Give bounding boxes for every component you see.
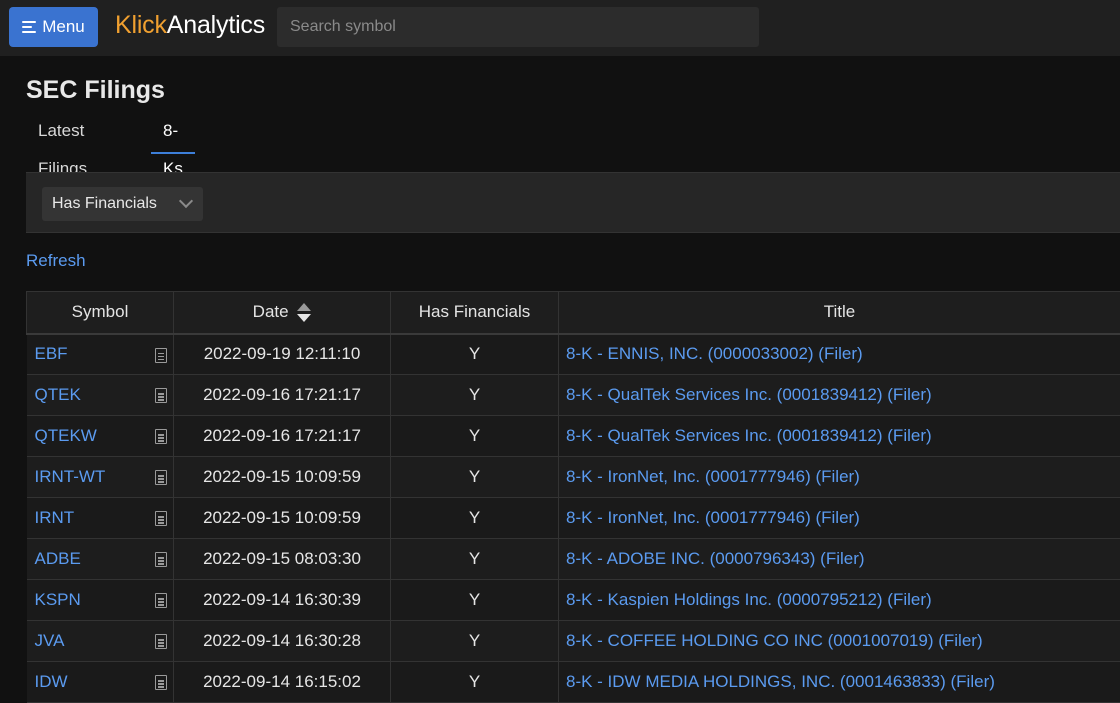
document-icon[interactable] bbox=[155, 348, 167, 363]
symbol-cell: ADBE bbox=[27, 539, 174, 580]
title-cell: 8-K - QualTek Services Inc. (0001839412)… bbox=[559, 375, 1120, 416]
document-icon[interactable] bbox=[155, 388, 167, 403]
date-cell: 2022-09-19 12:11:10 bbox=[174, 334, 391, 375]
symbol-cell: QTEKW bbox=[27, 416, 174, 457]
document-icon[interactable] bbox=[155, 593, 167, 608]
menu-button[interactable]: Menu bbox=[9, 7, 98, 47]
symbol-link[interactable]: QTEKW bbox=[35, 426, 97, 445]
symbol-link[interactable]: IRNT bbox=[35, 508, 75, 527]
date-cell: 2022-09-14 16:30:28 bbox=[174, 621, 391, 662]
table-row: IRNT-WT 2022-09-15 10:09:59 Y 8-K - Iron… bbox=[27, 457, 1120, 498]
date-cell: 2022-09-14 16:30:39 bbox=[174, 580, 391, 621]
symbol-cell: QTEK bbox=[27, 375, 174, 416]
filing-title-link[interactable]: 8-K - QualTek Services Inc. (0001839412)… bbox=[566, 385, 932, 404]
page-title: SEC Filings bbox=[26, 76, 165, 105]
title-cell: 8-K - Kaspien Holdings Inc. (0000795212)… bbox=[559, 580, 1120, 621]
filing-title-link[interactable]: 8-K - ADOBE INC. (0000796343) (Filer) bbox=[566, 549, 865, 568]
has-financials-cell: Y bbox=[391, 662, 559, 703]
table-row: JVA 2022-09-14 16:30:28 Y 8-K - COFFEE H… bbox=[27, 621, 1120, 662]
document-icon[interactable] bbox=[155, 634, 167, 649]
has-financials-select-value: Has Financials bbox=[52, 195, 157, 212]
symbol-link[interactable]: ADBE bbox=[35, 549, 81, 568]
title-cell: 8-K - ADOBE INC. (0000796343) (Filer) bbox=[559, 539, 1120, 580]
has-financials-cell: Y bbox=[391, 416, 559, 457]
symbol-cell: KSPN bbox=[27, 580, 174, 621]
date-cell: 2022-09-16 17:21:17 bbox=[174, 375, 391, 416]
table-row: KSPN 2022-09-14 16:30:39 Y 8-K - Kaspien… bbox=[27, 580, 1120, 621]
chevron-down-icon bbox=[179, 194, 193, 208]
table-header-row: Symbol Date Has Financials Title bbox=[27, 292, 1120, 334]
table-row: QTEK 2022-09-16 17:21:17 Y 8-K - QualTek… bbox=[27, 375, 1120, 416]
top-bar: Menu KlickAnalytics bbox=[0, 0, 1120, 56]
has-financials-select[interactable]: Has Financials bbox=[42, 187, 203, 221]
table-row: IRNT 2022-09-15 10:09:59 Y 8-K - IronNet… bbox=[27, 498, 1120, 539]
title-cell: 8-K - QualTek Services Inc. (0001839412)… bbox=[559, 416, 1120, 457]
filings-table: Symbol Date Has Financials Title EBF 202… bbox=[26, 291, 1120, 703]
document-icon[interactable] bbox=[155, 552, 167, 567]
table-row: EBF 2022-09-19 12:11:10 Y 8-K - ENNIS, I… bbox=[27, 334, 1120, 375]
filing-title-link[interactable]: 8-K - IronNet, Inc. (0001777946) (Filer) bbox=[566, 467, 860, 486]
has-financials-cell: Y bbox=[391, 334, 559, 375]
table-row: ADBE 2022-09-15 08:03:30 Y 8-K - ADOBE I… bbox=[27, 539, 1120, 580]
title-cell: 8-K - IronNet, Inc. (0001777946) (Filer) bbox=[559, 498, 1120, 539]
date-cell: 2022-09-14 16:15:02 bbox=[174, 662, 391, 703]
filing-title-link[interactable]: 8-K - COFFEE HOLDING CO INC (0001007019)… bbox=[566, 631, 983, 650]
symbol-link[interactable]: EBF bbox=[35, 344, 68, 363]
logo[interactable]: KlickAnalytics bbox=[115, 11, 265, 40]
symbol-cell: IRNT-WT bbox=[27, 457, 174, 498]
tab-latest-filings[interactable]: Latest Filings bbox=[26, 112, 99, 154]
filing-title-link[interactable]: 8-K - ENNIS, INC. (0000033002) (Filer) bbox=[566, 344, 863, 363]
has-financials-cell: Y bbox=[391, 621, 559, 662]
symbol-cell: JVA bbox=[27, 621, 174, 662]
search-input[interactable] bbox=[277, 7, 759, 47]
filing-title-link[interactable]: 8-K - IronNet, Inc. (0001777946) (Filer) bbox=[566, 508, 860, 527]
menu-button-label: Menu bbox=[42, 17, 85, 37]
column-header-title[interactable]: Title bbox=[559, 292, 1120, 334]
has-financials-cell: Y bbox=[391, 539, 559, 580]
document-icon[interactable] bbox=[155, 675, 167, 690]
filing-title-link[interactable]: 8-K - IDW MEDIA HOLDINGS, INC. (00014638… bbox=[566, 672, 995, 691]
has-financials-cell: Y bbox=[391, 498, 559, 539]
refresh-link[interactable]: Refresh bbox=[26, 251, 86, 271]
date-cell: 2022-09-15 10:09:59 bbox=[174, 498, 391, 539]
sort-icon[interactable] bbox=[297, 303, 311, 323]
document-icon[interactable] bbox=[155, 511, 167, 526]
tab-8-ks[interactable]: 8-Ks bbox=[151, 112, 195, 154]
logo-klick: Klick bbox=[115, 11, 167, 39]
date-cell: 2022-09-15 08:03:30 bbox=[174, 539, 391, 580]
symbol-cell: EBF bbox=[27, 334, 174, 375]
symbol-link[interactable]: QTEK bbox=[35, 385, 81, 404]
date-cell: 2022-09-15 10:09:59 bbox=[174, 457, 391, 498]
has-financials-cell: Y bbox=[391, 457, 559, 498]
title-cell: 8-K - IDW MEDIA HOLDINGS, INC. (00014638… bbox=[559, 662, 1120, 703]
hamburger-icon bbox=[22, 21, 36, 33]
date-cell: 2022-09-16 17:21:17 bbox=[174, 416, 391, 457]
table-row: IDW 2022-09-14 16:15:02 Y 8-K - IDW MEDI… bbox=[27, 662, 1120, 703]
symbol-link[interactable]: JVA bbox=[35, 631, 65, 650]
symbol-cell: IRNT bbox=[27, 498, 174, 539]
symbol-cell: IDW bbox=[27, 662, 174, 703]
table-row: QTEKW 2022-09-16 17:21:17 Y 8-K - QualTe… bbox=[27, 416, 1120, 457]
has-financials-cell: Y bbox=[391, 375, 559, 416]
column-header-symbol[interactable]: Symbol bbox=[27, 292, 174, 334]
title-cell: 8-K - IronNet, Inc. (0001777946) (Filer) bbox=[559, 457, 1120, 498]
title-cell: 8-K - ENNIS, INC. (0000033002) (Filer) bbox=[559, 334, 1120, 375]
column-header-has-financials[interactable]: Has Financials bbox=[391, 292, 559, 334]
filter-bar: Has Financials bbox=[26, 172, 1120, 233]
document-icon[interactable] bbox=[155, 429, 167, 444]
has-financials-cell: Y bbox=[391, 580, 559, 621]
symbol-link[interactable]: IRNT-WT bbox=[35, 467, 106, 486]
symbol-link[interactable]: IDW bbox=[35, 672, 68, 691]
symbol-link[interactable]: KSPN bbox=[35, 590, 81, 609]
filing-title-link[interactable]: 8-K - QualTek Services Inc. (0001839412)… bbox=[566, 426, 932, 445]
filing-title-link[interactable]: 8-K - Kaspien Holdings Inc. (0000795212)… bbox=[566, 590, 932, 609]
logo-analytics: Analytics bbox=[167, 11, 265, 39]
title-cell: 8-K - COFFEE HOLDING CO INC (0001007019)… bbox=[559, 621, 1120, 662]
column-header-date[interactable]: Date bbox=[174, 292, 391, 334]
document-icon[interactable] bbox=[155, 470, 167, 485]
